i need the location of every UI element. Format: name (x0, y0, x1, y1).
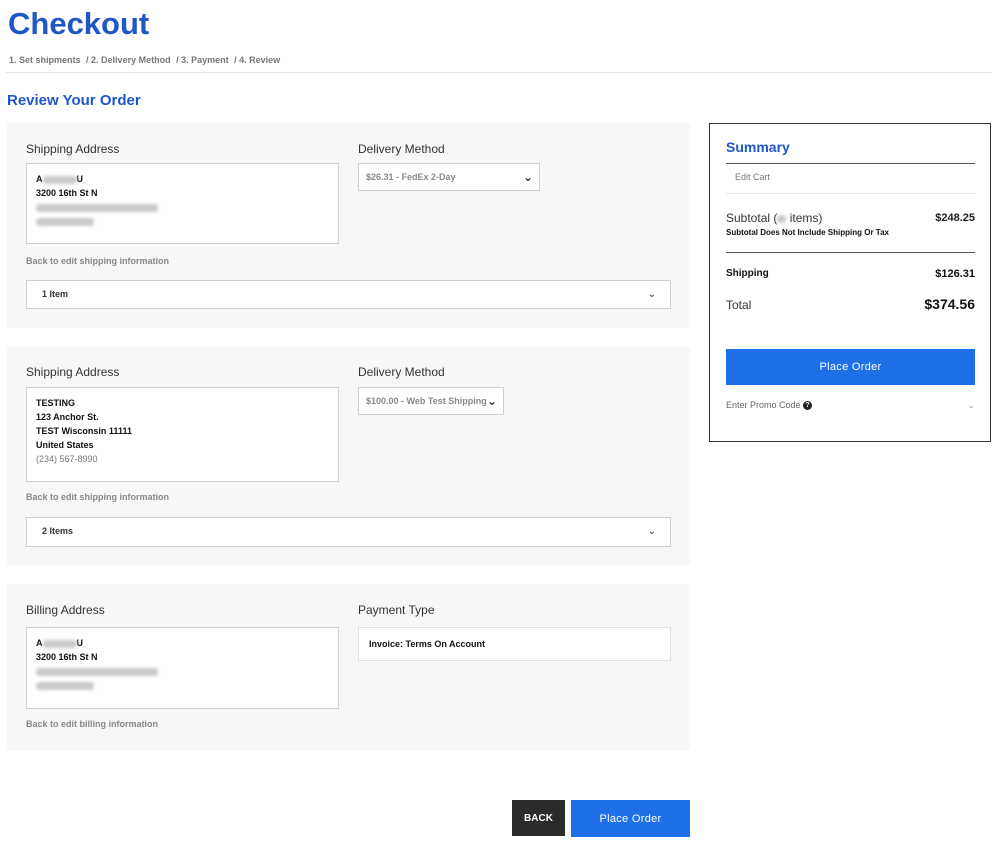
redacted-text (42, 175, 77, 184)
shipment-panel-2: Shipping Address TESTING 123 Anchor St. … (7, 347, 690, 565)
breadcrumb-step-2[interactable]: / 2. Delivery Method (86, 55, 171, 65)
chevron-down-icon: ⌄ (967, 400, 975, 410)
address-name-line: TESTING (36, 398, 76, 408)
delivery-method-label: Delivery Method (358, 365, 445, 379)
billing-address-label: Billing Address (26, 603, 105, 617)
summary-divider (726, 252, 975, 253)
place-order-button[interactable]: Place Order (726, 349, 975, 385)
page-title: Checkout (8, 6, 150, 41)
address-redacted-line (36, 200, 329, 214)
delivery-method-select[interactable]: $100.00 - Web Test Shipping ⌄ (358, 387, 504, 415)
subtotal-note: Subtotal Does Not Include Shipping Or Ta… (726, 228, 889, 237)
subtotal-label: Subtotal ( items) (726, 211, 823, 225)
address-redacted-line (36, 678, 329, 692)
address-redacted-line (36, 664, 329, 678)
delivery-method-select[interactable]: $26.31 - FedEx 2-Day ⌄ (358, 163, 540, 191)
billing-panel: Billing Address AU 3200 16th St N Paymen… (7, 584, 690, 750)
shipping-address-box: TESTING 123 Anchor St. TEST Wisconsin 11… (26, 387, 339, 482)
breadcrumb-step-1[interactable]: 1. Set shipments (9, 55, 81, 65)
payment-type-label: Payment Type (358, 603, 435, 617)
total-row: Total $374.56 (726, 296, 975, 312)
billing-address-box: AU 3200 16th St N (26, 627, 339, 709)
chevron-down-icon: ⌄ (486, 394, 497, 408)
shipping-address-box: AU 3200 16th St N (26, 163, 339, 244)
payment-type-box: Invoice: Terms On Account (358, 627, 671, 661)
delivery-method-label: Delivery Method (358, 142, 445, 156)
subtotal-value: $248.25 (935, 212, 975, 224)
delivery-method-value: $26.31 - FedEx 2-Day (366, 172, 456, 182)
shipment-panel-1: Shipping Address AU 3200 16th St N Deliv… (7, 123, 690, 328)
back-to-edit-shipping-link[interactable]: Back to edit shipping information (26, 492, 169, 502)
breadcrumb-step-4[interactable]: / 4. Review (234, 55, 280, 65)
address-street-line: 3200 16th St N (36, 652, 98, 662)
redacted-text (42, 639, 77, 648)
chevron-down-icon: ⌄ (522, 170, 533, 184)
breadcrumb: 1. Set shipments / 2. Delivery Method / … (9, 55, 283, 65)
shipping-row: Shipping $126.31 (726, 268, 975, 280)
address-street-line: 3200 16th St N (36, 188, 98, 198)
order-summary: Summary Edit Cart Subtotal ( items) $248… (709, 123, 991, 442)
review-order-title: Review Your Order (7, 92, 141, 109)
address-country-line: United States (36, 440, 94, 450)
subtotal-row: Subtotal ( items) $248.25 (726, 211, 975, 225)
summary-divider (726, 193, 975, 194)
edit-cart-link[interactable]: Edit Cart (735, 172, 770, 182)
header-divider (6, 72, 992, 73)
place-order-footer-button[interactable]: Place Order (571, 800, 690, 837)
address-street-line: 123 Anchor St. (36, 412, 99, 422)
chevron-down-icon: ⌄ (647, 289, 656, 300)
items-count: 1 Item (42, 289, 69, 299)
items-toggle[interactable]: 1 Item ⌄ (26, 280, 671, 309)
total-label: Total (726, 298, 752, 312)
items-count: 2 Items (42, 526, 74, 536)
back-to-edit-shipping-link[interactable]: Back to edit shipping information (26, 256, 169, 266)
shipping-value: $126.31 (935, 268, 975, 280)
total-value: $374.56 (924, 296, 975, 312)
summary-divider (726, 163, 975, 164)
breadcrumb-step-3[interactable]: / 3. Payment (176, 55, 229, 65)
promo-code-label: Enter Promo Code (726, 400, 801, 410)
delivery-method-value: $100.00 - Web Test Shipping (366, 396, 487, 406)
redacted-text (777, 214, 787, 223)
back-to-edit-billing-link[interactable]: Back to edit billing information (26, 719, 158, 729)
shipping-address-label: Shipping Address (26, 142, 120, 156)
shipping-address-label: Shipping Address (26, 365, 120, 379)
shipping-label: Shipping (726, 268, 769, 279)
help-icon[interactable]: ? (803, 401, 813, 411)
address-city-line: TEST Wisconsin 11111 (36, 426, 132, 436)
summary-title: Summary (726, 139, 790, 155)
chevron-down-icon: ⌄ (647, 526, 656, 537)
promo-code-toggle[interactable]: Enter Promo Code ? ⌄ (726, 400, 975, 411)
address-name-line: AU (36, 638, 83, 648)
address-redacted-line (36, 214, 329, 228)
back-button[interactable]: BACK (512, 800, 565, 836)
address-name-line: AU (36, 174, 83, 184)
address-phone-line: (234) 567-8990 (36, 454, 98, 464)
items-toggle[interactable]: 2 Items ⌄ (26, 517, 671, 547)
